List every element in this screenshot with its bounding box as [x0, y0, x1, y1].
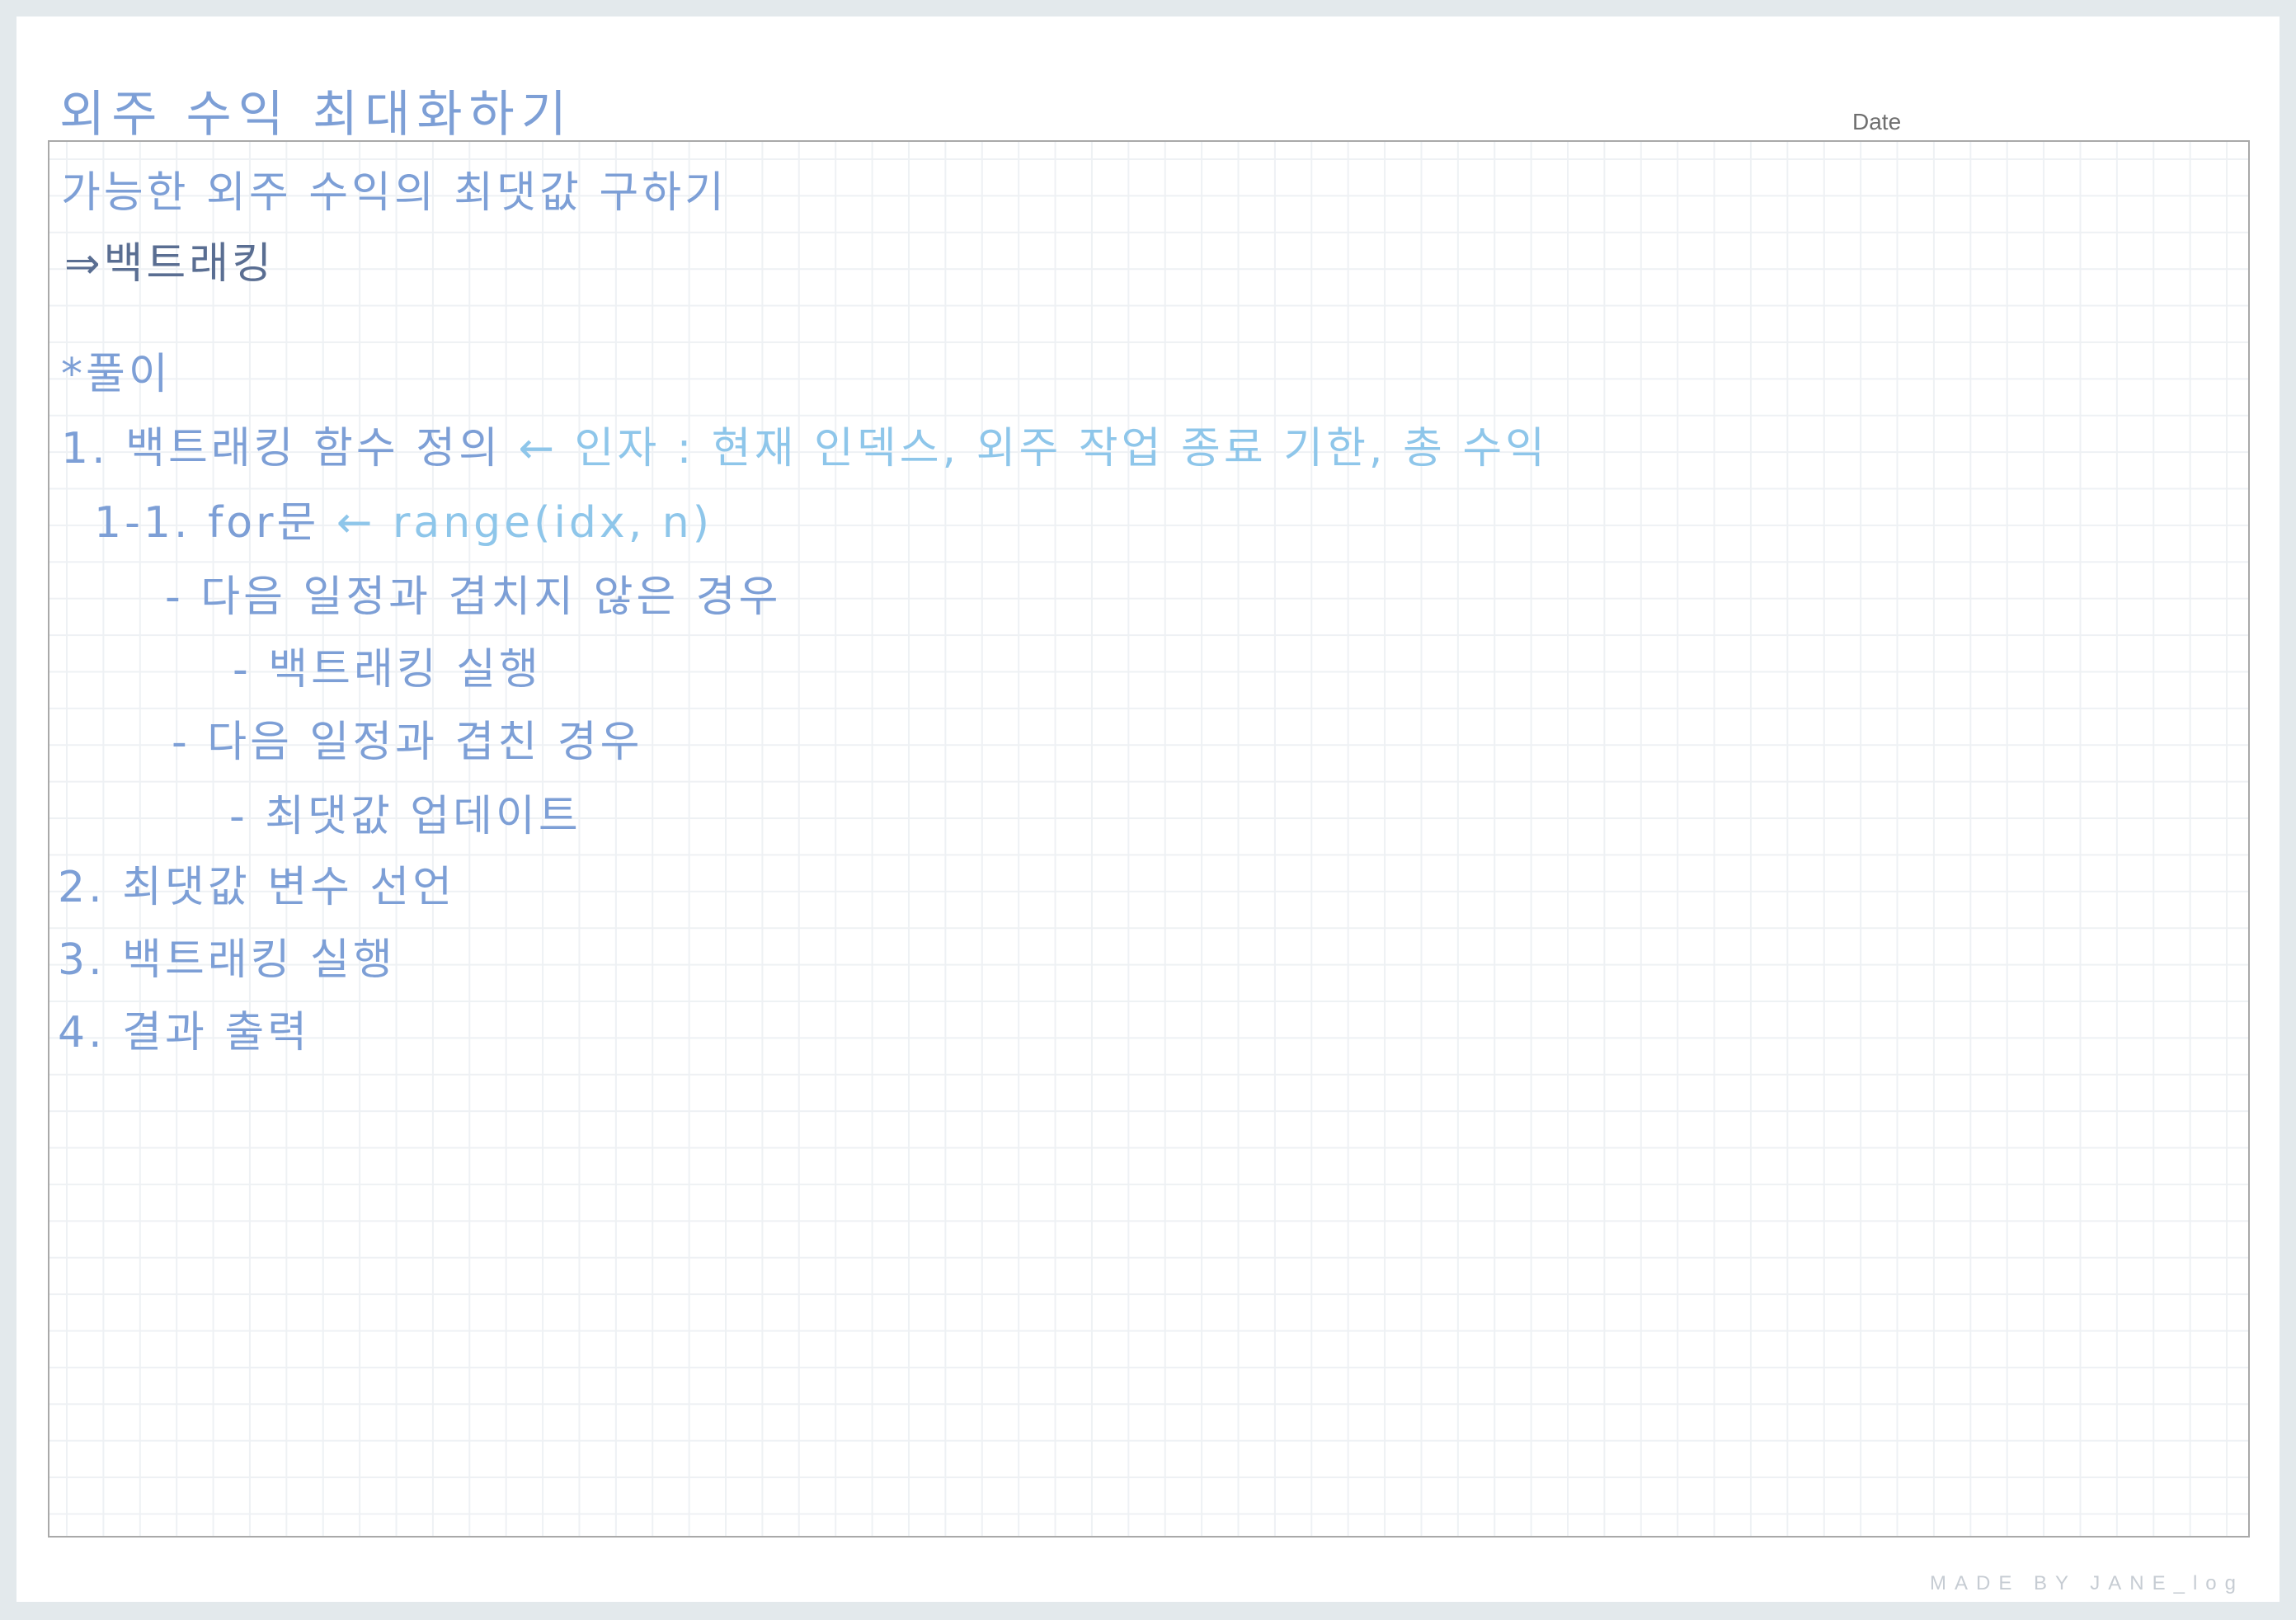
step-1-1-text: 1-1. for문 [94, 498, 320, 548]
case-no-overlap: - 다음 일정과 겹치지 않은 경우 [165, 572, 782, 622]
case-no-overlap-action: - 백트래킹 실행 [233, 645, 542, 695]
step-1-text: 1. 백트래킹 함수 정의 [61, 424, 501, 473]
date-label: Date [1852, 109, 1902, 134]
case-overlap: - 다음 일정과 겹친 경우 [172, 718, 643, 767]
solution-heading: *풀이 [61, 350, 172, 399]
approach-line: ⇒백트래킹 [64, 239, 275, 289]
step-4: 4. 결과 출력 [58, 1008, 311, 1057]
grid-writing-area: 가능한 외주 수익의 최댓값 구하기 ⇒백트래킹 *풀이 1. 백트래킹 함수 … [48, 140, 2250, 1538]
step-2: 2. 최댓값 변수 선언 [58, 863, 456, 912]
step-1-1-note: ← range(idx, n) [336, 498, 713, 548]
step-3: 3. 백트래킹 실행 [58, 935, 396, 985]
step-1-1: 1-1. for문 ← range(idx, n) [94, 497, 713, 549]
step-1-note: ← 인자 : 현재 인덱스, 외주 작업 종료 기한, 총 수익 [518, 424, 1549, 473]
case-overlap-action: - 최댓값 업데이트 [229, 792, 581, 841]
footer-credit: MADE BY JANE_log [1930, 1572, 2244, 1594]
page-title: 외주 수익 최대화하기 [59, 86, 573, 144]
step-1: 1. 백트래킹 함수 정의 ← 인자 : 현재 인덱스, 외주 작업 종료 기한… [61, 422, 1548, 475]
problem-statement: 가능한 외주 수익의 최댓값 구하기 [61, 168, 727, 218]
notebook-page: 외주 수익 최대화하기 Date 가능한 외주 수익의 최댓값 구하기 ⇒백트래… [16, 16, 2280, 1602]
